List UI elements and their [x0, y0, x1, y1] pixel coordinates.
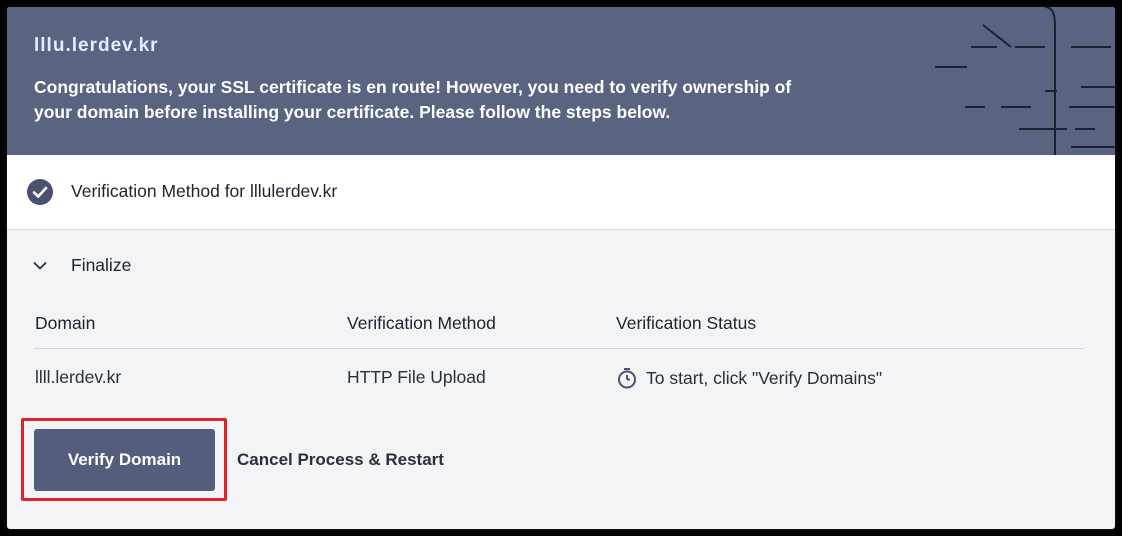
ssl-verification-panel: lllu.lerdev.kr Congratulations, your SSL… [7, 7, 1115, 529]
cancel-restart-link[interactable]: Cancel Process & Restart [237, 450, 444, 470]
column-header-status: Verification Status [616, 313, 757, 333]
row-method: HTTP File Upload [347, 367, 486, 387]
header-banner: lllu.lerdev.kr Congratulations, your SSL… [7, 7, 1115, 155]
chevron-down-icon [33, 261, 47, 270]
stopwatch-icon [618, 368, 636, 389]
verification-method-label: Verification Method for [71, 181, 250, 201]
verification-method-domain: lllulerdev.kr [249, 181, 338, 201]
domain-table: Domain Verification Method Verification … [34, 305, 1084, 405]
verify-domain-button[interactable]: Verify Domain [34, 429, 215, 491]
row-status-text: To start, click "Verify Domains" [646, 367, 883, 388]
table-header: Domain Verification Method Verification … [34, 305, 1084, 349]
column-header-method: Verification Method [347, 313, 496, 333]
table-row: llll.lerdev.kr HTTP File Upload To start… [34, 349, 1084, 405]
banner-message: Congratulations, your SSL certificate is… [34, 77, 792, 122]
column-header-domain: Domain [35, 313, 96, 333]
verification-method-title: Verification Method for lllulerdev.kr [71, 181, 337, 202]
banner-domain-title: lllu.lerdev.kr [34, 35, 159, 56]
finalize-section-header[interactable]: Finalize [7, 231, 1115, 301]
verification-method-row[interactable]: Verification Method for lllulerdev.kr [7, 155, 1115, 230]
decorative-lines-icon [935, 7, 1115, 155]
row-domain: llll.lerdev.kr [35, 367, 122, 387]
check-circle-icon [27, 179, 53, 205]
finalize-label: Finalize [71, 255, 132, 275]
row-status: To start, click "Verify Domains" [616, 367, 882, 389]
